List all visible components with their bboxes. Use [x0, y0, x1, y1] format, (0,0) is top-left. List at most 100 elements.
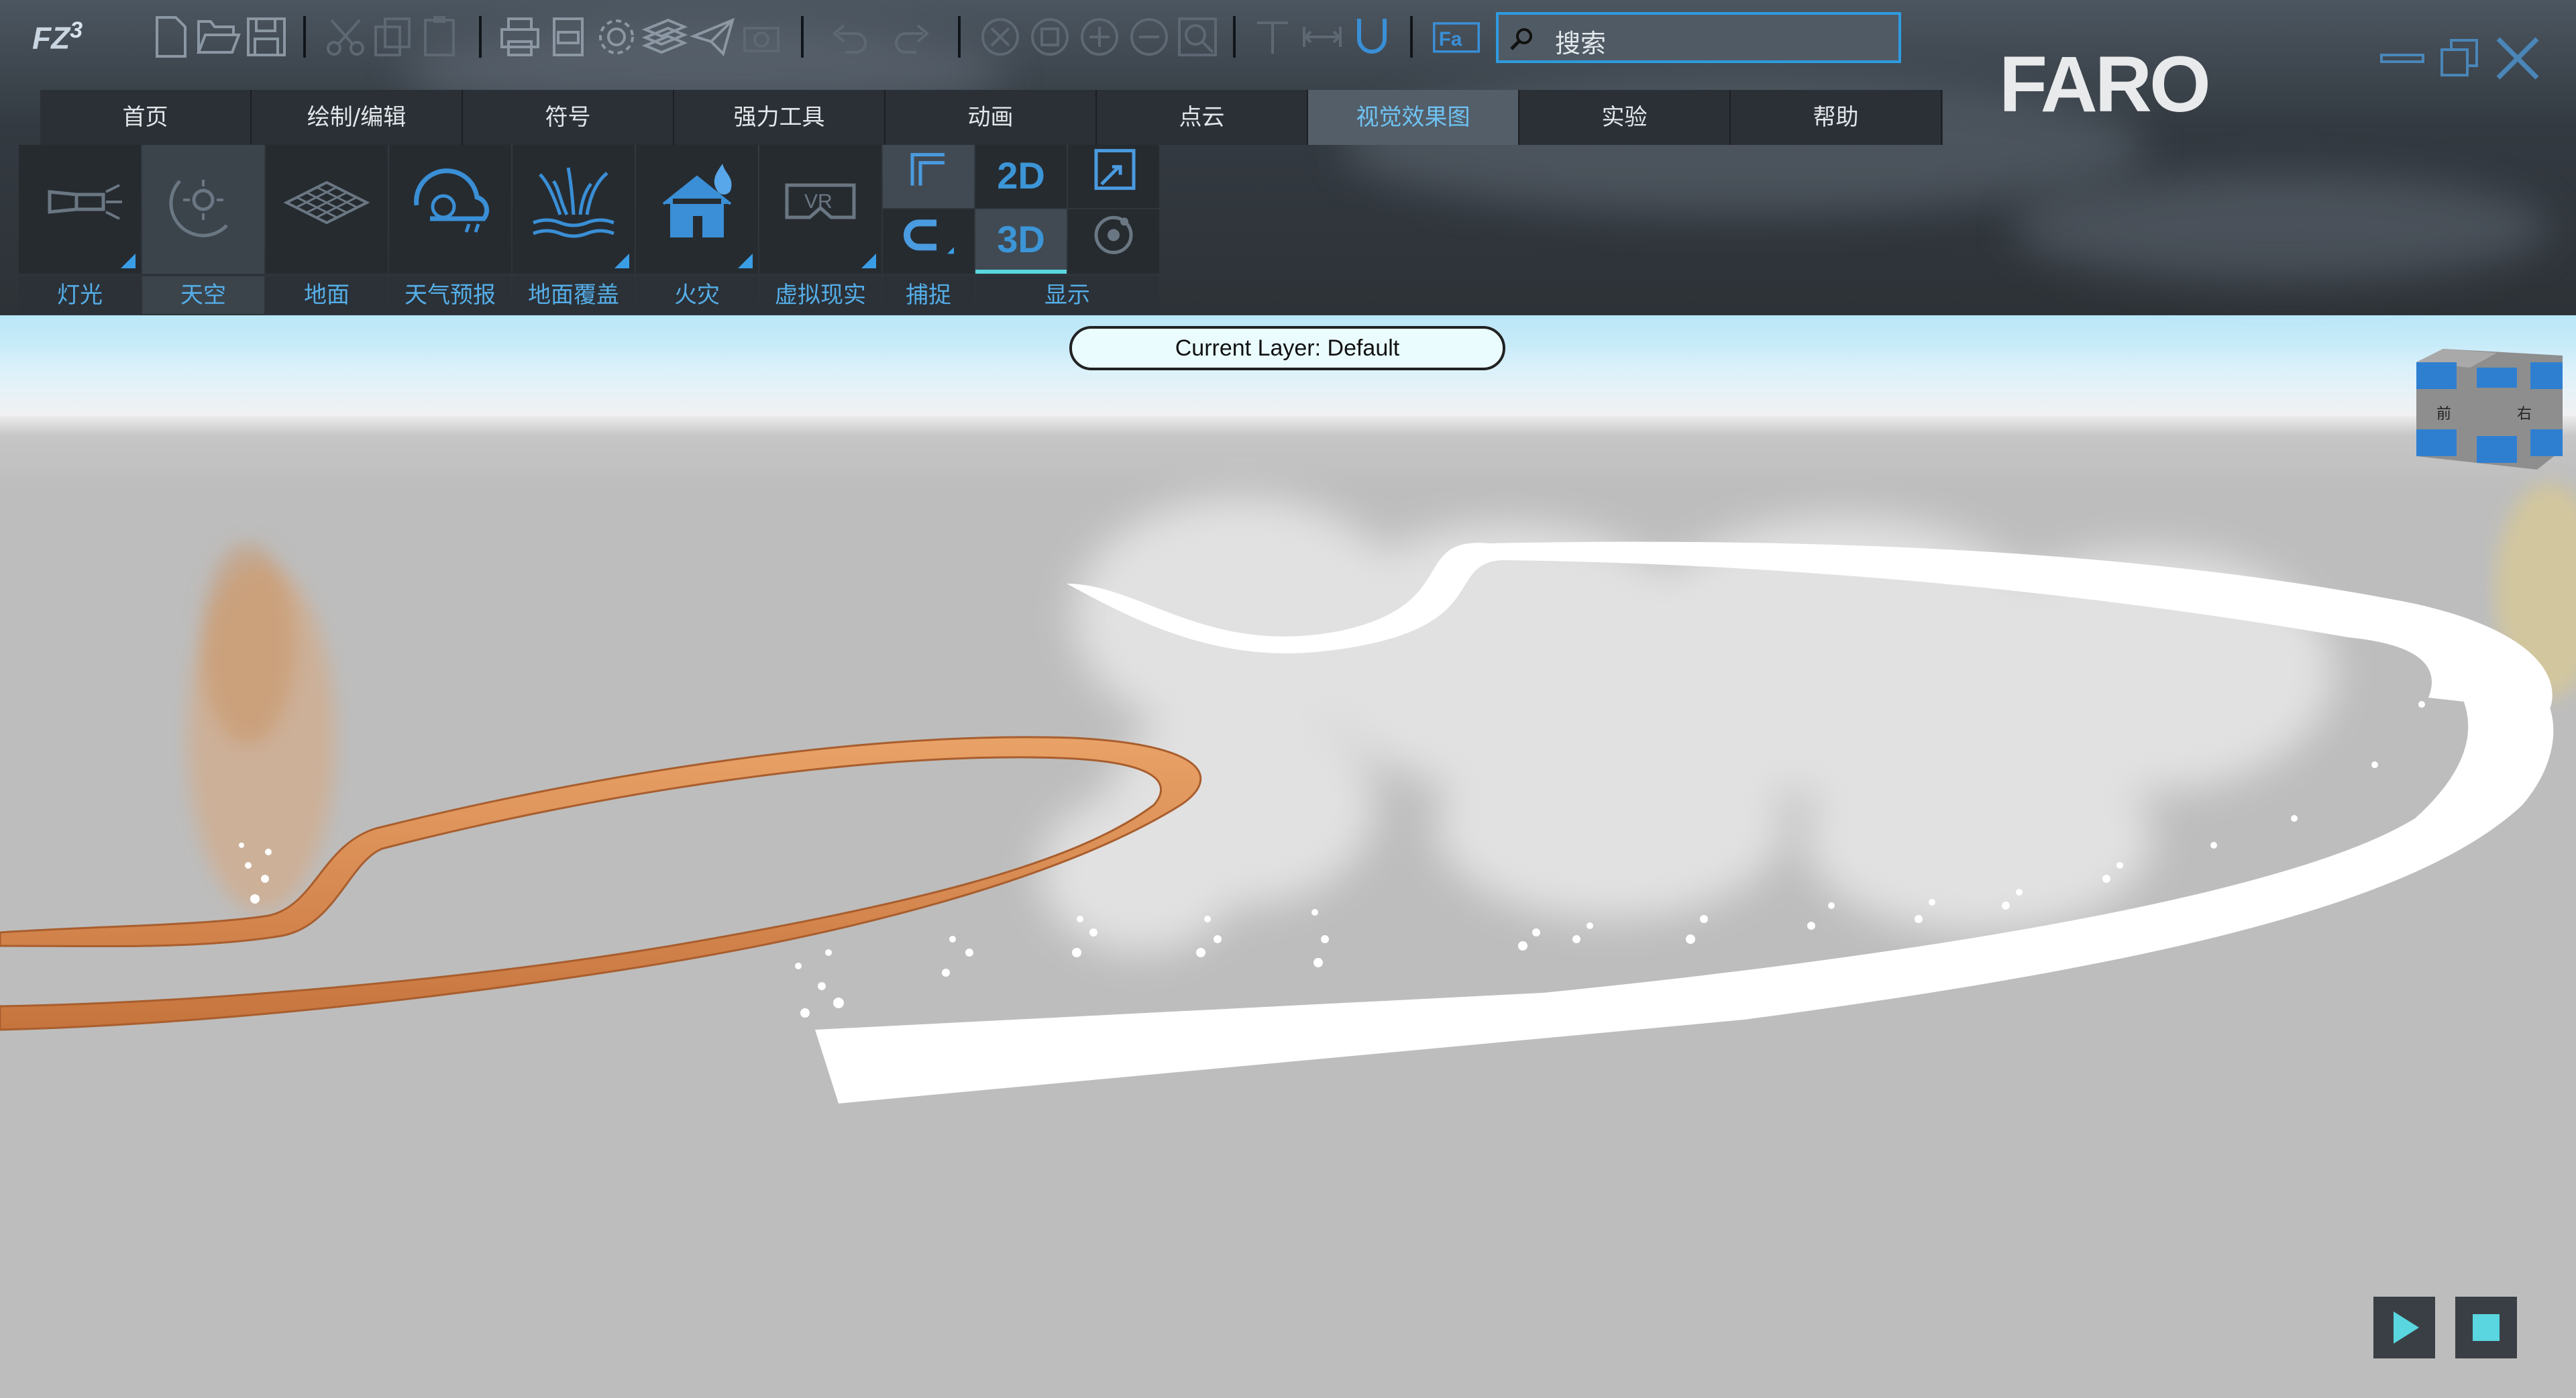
- tab-power-tools[interactable]: 强力工具: [674, 90, 885, 145]
- ribbon-snap-group: 捕捉: [883, 145, 974, 315]
- ribbon-lights-button[interactable]: 灯光: [19, 145, 141, 315]
- svg-text:Fa: Fa: [1439, 28, 1462, 50]
- sun-moon-icon: [169, 180, 228, 237]
- print-icon[interactable]: [496, 13, 543, 60]
- tab-draw-edit[interactable]: 绘制/编辑: [252, 90, 463, 145]
- save-icon[interactable]: [243, 13, 290, 60]
- flashlight-icon: [48, 184, 122, 220]
- dropdown-corner-icon: [861, 254, 876, 268]
- dropdown-corner-icon: [614, 254, 629, 268]
- ribbon-vr-button[interactable]: VR 虚拟现实: [759, 145, 881, 315]
- close-button[interactable]: [2494, 35, 2541, 82]
- orbit-icon: [1094, 215, 1133, 254]
- orange-road: [0, 736, 1202, 1031]
- grid-plane-icon: [283, 180, 370, 225]
- restore-button[interactable]: [2439, 38, 2479, 78]
- app-logo-text: FZ: [32, 20, 70, 56]
- display-2d-button[interactable]: 2D: [975, 145, 1067, 208]
- stop-button[interactable]: [2455, 1297, 2517, 1358]
- ribbon-ground-button[interactable]: 地面: [266, 145, 388, 315]
- dropdown-corner-icon: [738, 254, 753, 268]
- snap-corner-icon: [910, 153, 945, 186]
- ribbon-sky-label: 天空: [142, 276, 264, 314]
- magnet-u-icon[interactable]: [1348, 13, 1395, 60]
- print-preview-icon[interactable]: [545, 13, 592, 60]
- open-folder-icon[interactable]: [195, 13, 241, 60]
- send-icon[interactable]: [690, 13, 737, 60]
- tab-experimental[interactable]: 实验: [1519, 90, 1731, 145]
- ribbon-ground-cover-button[interactable]: 地面覆盖: [513, 145, 635, 315]
- expand-icon: [1094, 149, 1136, 191]
- ribbon-ground-cover-label: 地面覆盖: [513, 276, 635, 314]
- ribbon-weather-label: 天气预报: [389, 276, 511, 314]
- magnet-icon: [904, 219, 954, 254]
- fire-plume: [188, 543, 335, 912]
- ribbon-snap-label: 捕捉: [883, 276, 974, 314]
- ribbon-sky-button[interactable]: 天空: [142, 145, 264, 315]
- paste-icon[interactable]: [416, 13, 463, 60]
- cut-icon[interactable]: [322, 13, 369, 60]
- dimension-icon[interactable]: [1299, 13, 1346, 60]
- text-tool-icon[interactable]: [1249, 13, 1296, 60]
- current-layer-badge: Current Layer: Default: [1069, 326, 1505, 370]
- ribbon-fire-button[interactable]: 火灾: [636, 145, 758, 315]
- tab-symbols[interactable]: 符号: [463, 90, 674, 145]
- ribbon-weather-button[interactable]: 天气预报: [389, 145, 511, 315]
- snap-grid-button[interactable]: [883, 145, 974, 208]
- zoom-window-icon[interactable]: [1026, 13, 1073, 60]
- brand-name: FARO: [1999, 47, 2208, 121]
- display-3d-text: 3D: [997, 218, 1045, 260]
- ribbon-lights-label: 灯光: [19, 276, 141, 314]
- vr-headset-icon: VR: [785, 183, 856, 219]
- search-icon: [1510, 28, 1532, 50]
- 3d-viewport[interactable]: [0, 315, 2576, 1398]
- fa-tool-icon[interactable]: Fa: [1433, 13, 1480, 60]
- ribbon-panel: 灯光 天空 地面 天气预报 地面覆盖 火灾 VR 虚拟现实 捕捉 2D 3D 显…: [19, 145, 1159, 315]
- ribbon-display-group: 2D 3D 显示: [975, 145, 1159, 315]
- ribbon-vr-label: 虚拟现实: [759, 276, 881, 314]
- tab-point-cloud[interactable]: 点云: [1097, 90, 1308, 145]
- display-orbit-button[interactable]: [1068, 209, 1159, 274]
- toolbar-separator: [479, 16, 482, 58]
- toolbar-separator: [958, 16, 961, 58]
- layers-icon[interactable]: [641, 13, 688, 60]
- ribbon-tabs: 首页 绘制/编辑 符号 强力工具 动画 点云 视觉效果图 实验 帮助: [40, 90, 1943, 145]
- camera-icon[interactable]: [738, 13, 785, 60]
- vr-badge-text: VR: [804, 191, 833, 213]
- tab-help[interactable]: 帮助: [1731, 90, 1942, 145]
- cube-right-label: 右: [2517, 406, 2532, 423]
- zoom-out-icon[interactable]: [1126, 13, 1173, 60]
- search-placeholder: 搜索: [1555, 29, 1607, 58]
- toolbar-separator: [1410, 16, 1413, 58]
- snap-magnet-button[interactable]: [883, 209, 974, 274]
- zoom-extents-icon[interactable]: [977, 13, 1024, 60]
- ribbon-fire-label: 火灾: [636, 276, 758, 314]
- redo-icon[interactable]: [890, 13, 936, 60]
- search-input[interactable]: 搜索: [1496, 12, 1901, 63]
- display-3d-button[interactable]: 3D: [975, 209, 1067, 274]
- app-logo-sup: 3: [70, 17, 83, 43]
- house-fire-icon: [662, 164, 732, 237]
- scene-canvas: [0, 483, 2576, 1104]
- ribbon-display-label: 显示: [975, 276, 1159, 314]
- stop-icon: [2473, 1314, 2500, 1341]
- ribbon-ground-label: 地面: [266, 276, 388, 314]
- undo-icon[interactable]: [825, 13, 872, 60]
- zoom-magnifier-icon[interactable]: [1174, 13, 1221, 60]
- quick-access-toolbar: FZ3 Fa: [0, 0, 1543, 80]
- display-fullscreen-button[interactable]: [1068, 145, 1159, 208]
- new-file-icon[interactable]: [148, 13, 195, 60]
- display-2d-text: 2D: [997, 154, 1045, 197]
- app-logo[interactable]: FZ3: [32, 17, 113, 64]
- copy-icon[interactable]: [369, 13, 416, 60]
- navigation-cube[interactable]: 前 右: [2416, 349, 2563, 470]
- tab-visual-effects[interactable]: 视觉效果图: [1308, 90, 1519, 145]
- toolbar-separator: [303, 16, 306, 58]
- play-button[interactable]: [2373, 1297, 2435, 1358]
- minimize-button[interactable]: [2379, 42, 2426, 75]
- toolbar-separator: [801, 16, 804, 58]
- gear-icon[interactable]: [593, 13, 640, 60]
- zoom-in-icon[interactable]: [1076, 13, 1123, 60]
- tab-animation[interactable]: 动画: [885, 90, 1097, 145]
- tab-home[interactable]: 首页: [40, 90, 252, 145]
